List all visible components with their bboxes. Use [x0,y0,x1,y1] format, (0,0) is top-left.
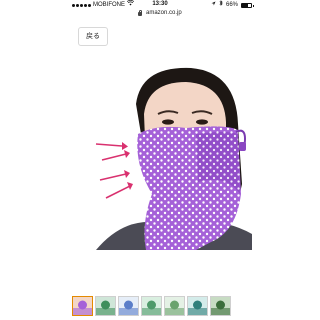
thumbnail-7[interactable] [210,296,231,316]
product-image[interactable] [86,64,252,250]
thumbnail-strip [72,296,231,318]
thumbnail-3[interactable] [118,296,139,316]
url-text: amazon.co.jp [145,10,182,16]
url-bar[interactable]: amazon.co.jp [0,9,320,18]
status-bar: MOBIFONE 13:30 66% [0,0,320,9]
back-button[interactable]: 戻る [78,27,108,46]
lock-icon [138,9,143,16]
thumbnail-5[interactable] [164,296,185,316]
thumbnail-6[interactable] [187,296,208,316]
battery-icon [241,2,254,8]
status-time: 13:30 [152,1,168,7]
battery-level [242,3,248,7]
thumbnail-4[interactable] [141,296,162,316]
thumbnail-2[interactable] [95,296,116,316]
thumbnail-1[interactable] [72,296,93,316]
